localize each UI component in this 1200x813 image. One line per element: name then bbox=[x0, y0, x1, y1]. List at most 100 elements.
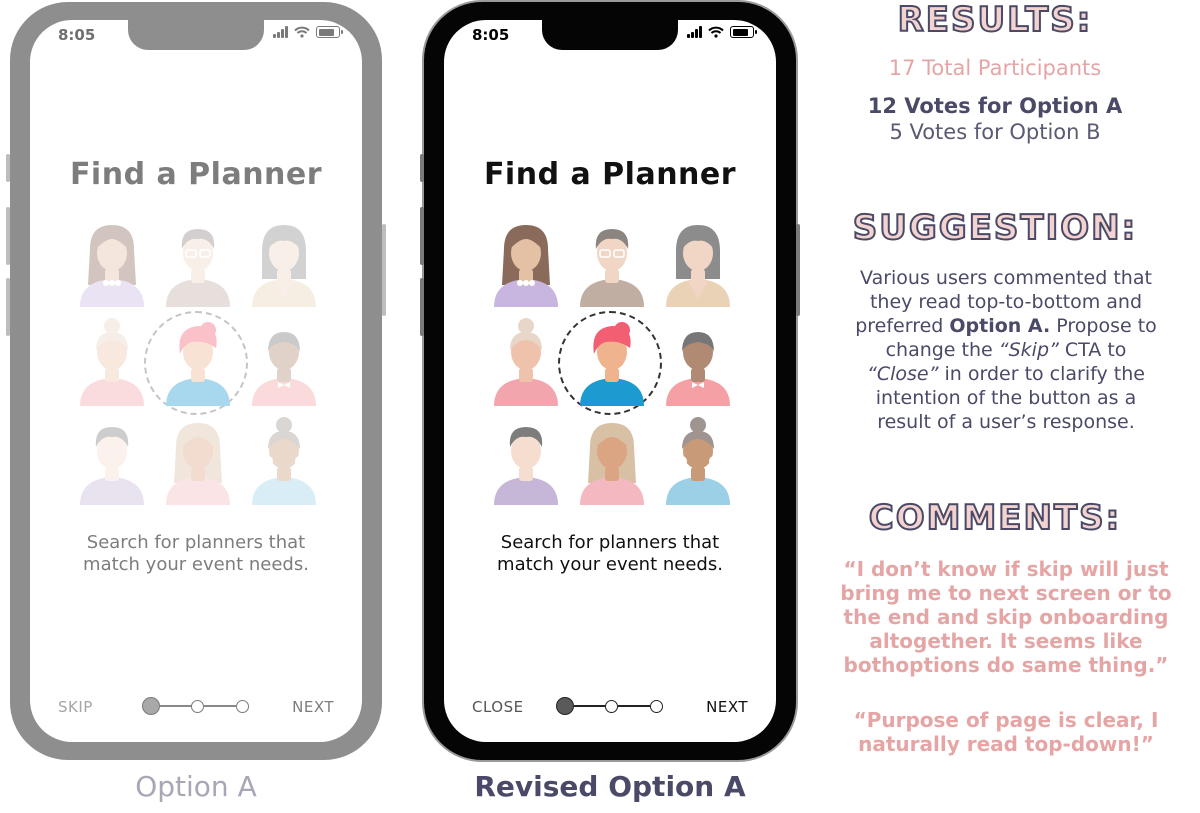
quote-line: “I don’t know if skip will just bbox=[843, 557, 1169, 581]
screen-option-a: 8:05 Find a Planner Search for planners … bbox=[30, 20, 362, 742]
step-dot-3[interactable] bbox=[236, 700, 249, 713]
planner-avatar-pink-hair-woman[interactable] bbox=[162, 318, 234, 406]
suggestion-line: Various users commented that bbox=[860, 267, 1152, 289]
onboarding-nav: SKIP NEXT bbox=[30, 694, 362, 718]
text-span: in order to clarify the bbox=[938, 363, 1145, 385]
subtitle-line-1: Search for planners that bbox=[500, 532, 720, 553]
votes-option-b: 5 Votes for Option B bbox=[889, 120, 1101, 144]
volume-up-button bbox=[6, 207, 10, 265]
wifi-icon bbox=[708, 26, 724, 38]
planner-avatar-earrings-woman[interactable] bbox=[248, 417, 320, 505]
results-heading: RESULTS: bbox=[897, 0, 1093, 41]
suggestion-line: result of a user’s response. bbox=[877, 411, 1135, 433]
planner-avatar-earrings-woman[interactable] bbox=[662, 417, 734, 505]
suggestion-heading: SUGGESTION: bbox=[852, 207, 1138, 249]
planner-avatar-glasses-man[interactable] bbox=[162, 219, 234, 307]
skip-button[interactable]: SKIP bbox=[58, 698, 93, 716]
page-title: Find a Planner bbox=[69, 157, 323, 192]
quote-line: bring me to next screen or to bbox=[840, 581, 1172, 605]
text-span: Propose to bbox=[1050, 315, 1157, 337]
status-time: 8:05 bbox=[472, 26, 510, 44]
subtitle-line-1: Search for planners that bbox=[86, 532, 306, 553]
stepper-connector bbox=[574, 705, 606, 707]
option-a-label: Option A bbox=[135, 770, 257, 803]
text-span: CTA to bbox=[1058, 339, 1127, 361]
page-stepper bbox=[556, 697, 664, 715]
status-icons bbox=[687, 26, 757, 38]
phone-option-a: 8:05 Find a Planner Search for planners … bbox=[6, 2, 386, 760]
stepper-connector bbox=[204, 705, 236, 707]
planner-avatar-long-hair-woman[interactable] bbox=[490, 219, 562, 307]
suggestion-text: Various users commented that they read t… bbox=[818, 266, 1194, 434]
stepper-connector bbox=[160, 705, 192, 707]
suggestion-line: change the “Skip” CTA to bbox=[818, 338, 1194, 362]
suggestion-line: preferred Option A. Propose to bbox=[818, 314, 1194, 338]
phone-revised-option-a: 8:05 Find a Planner Search for planners … bbox=[420, 2, 800, 760]
quote-line: “Purpose of page is clear, I bbox=[853, 708, 1159, 732]
next-button[interactable]: NEXT bbox=[292, 698, 334, 716]
planner-avatar-blonde-woman[interactable] bbox=[576, 417, 648, 505]
total-participants: 17 Total Participants bbox=[888, 56, 1102, 80]
status-icons bbox=[273, 26, 343, 38]
status-time: 8:05 bbox=[58, 26, 96, 44]
suggestion-line: intention of the button as a bbox=[875, 387, 1137, 409]
comment-quote-1: “I don’t know if skip will just bring me… bbox=[818, 557, 1194, 677]
volume-down-button bbox=[6, 278, 10, 336]
subtitle-line-2: match your event needs. bbox=[497, 554, 723, 575]
planner-avatar-bald-man[interactable] bbox=[662, 318, 734, 406]
volume-up-button bbox=[420, 207, 424, 265]
close-emphasis: “Close” bbox=[867, 363, 939, 385]
battery-icon bbox=[316, 26, 343, 38]
planner-avatar-long-hair-woman[interactable] bbox=[76, 219, 148, 307]
planner-avatar-gray-hair-woman[interactable] bbox=[662, 219, 734, 307]
battery-icon bbox=[730, 26, 757, 38]
planner-avatar-grid bbox=[76, 217, 316, 505]
step-dot-3[interactable] bbox=[650, 700, 663, 713]
planner-avatar-elderly-woman[interactable] bbox=[490, 318, 562, 406]
quote-line: naturally read top-down!” bbox=[858, 732, 1154, 756]
planner-avatar-gray-hair-man[interactable] bbox=[490, 417, 562, 505]
votes-option-a: 12 Votes for Option A bbox=[867, 94, 1123, 118]
page-title: Find a Planner bbox=[483, 157, 737, 192]
text-span: change the bbox=[885, 339, 999, 361]
quote-line: altogether. It seems like bbox=[869, 629, 1143, 653]
planner-avatar-grid bbox=[490, 217, 730, 505]
step-dot-1-active[interactable] bbox=[142, 697, 160, 715]
cellular-signal-icon bbox=[273, 26, 288, 38]
page-stepper bbox=[142, 697, 250, 715]
silent-switch bbox=[420, 154, 424, 182]
option-a-emphasis: Option A. bbox=[949, 315, 1051, 337]
planner-avatar-pink-hair-woman[interactable] bbox=[576, 318, 648, 406]
planner-avatar-gray-hair-man[interactable] bbox=[76, 417, 148, 505]
planner-avatar-bald-man[interactable] bbox=[248, 318, 320, 406]
suggestion-line: they read top-to-bottom and bbox=[869, 291, 1143, 313]
power-button bbox=[382, 224, 386, 316]
cellular-signal-icon bbox=[687, 26, 702, 38]
volume-down-button bbox=[420, 278, 424, 336]
silent-switch bbox=[6, 154, 10, 182]
close-button[interactable]: CLOSE bbox=[472, 698, 524, 716]
step-dot-2[interactable] bbox=[191, 700, 204, 713]
onboarding-nav: CLOSE NEXT bbox=[444, 694, 776, 718]
step-dot-1-active[interactable] bbox=[556, 697, 574, 715]
page-subtitle: Search for planners that match your even… bbox=[30, 532, 362, 576]
planner-avatar-blonde-woman[interactable] bbox=[162, 417, 234, 505]
planner-avatar-gray-hair-woman[interactable] bbox=[248, 219, 320, 307]
quote-line: the end and skip onboarding bbox=[843, 605, 1169, 629]
skip-emphasis: “Skip” bbox=[998, 339, 1059, 361]
page-subtitle: Search for planners that match your even… bbox=[444, 532, 776, 576]
next-button[interactable]: NEXT bbox=[706, 698, 748, 716]
comment-quote-2: “Purpose of page is clear, I naturally r… bbox=[818, 708, 1194, 756]
planner-avatar-elderly-woman[interactable] bbox=[76, 318, 148, 406]
suggestion-line: “Close” in order to clarify the bbox=[818, 362, 1194, 386]
screen-revised-option-a: 8:05 Find a Planner Search for planners … bbox=[444, 20, 776, 742]
notch bbox=[128, 20, 264, 50]
subtitle-line-2: match your event needs. bbox=[83, 554, 309, 575]
comments-heading: COMMENTS: bbox=[868, 497, 1122, 539]
revised-option-a-label: Revised Option A bbox=[474, 770, 746, 803]
planner-avatar-glasses-man[interactable] bbox=[576, 219, 648, 307]
wifi-icon bbox=[294, 26, 310, 38]
step-dot-2[interactable] bbox=[605, 700, 618, 713]
notch bbox=[542, 20, 678, 50]
stepper-connector bbox=[618, 705, 650, 707]
